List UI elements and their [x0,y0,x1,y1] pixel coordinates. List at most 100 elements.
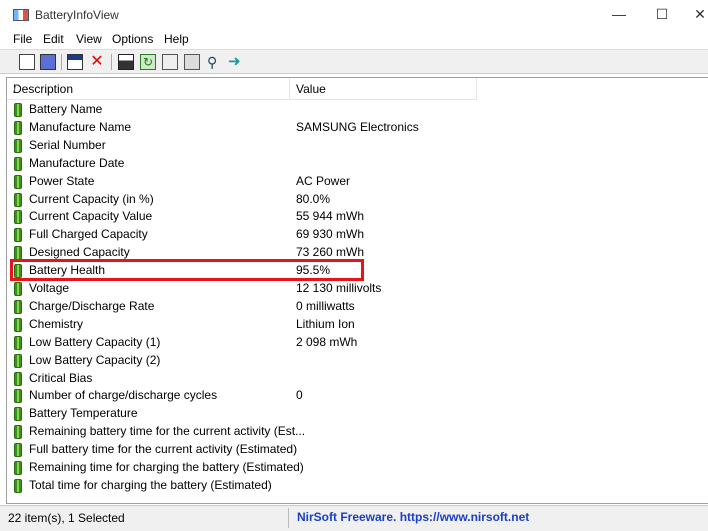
advanced-options-icon[interactable] [184,54,200,70]
table-row[interactable]: Current Capacity (in %) 80.0% [7,191,477,209]
cell-value: 0 milliwatts [296,298,355,313]
cell-description: Remaining time for charging the battery … [29,460,304,474]
maximize-button[interactable]: ☐ [652,6,672,23]
table-row[interactable]: Total time for charging the battery (Est… [7,477,477,495]
sort-indicator: / [13,82,17,96]
battery-icon [14,478,22,493]
battery-icon [14,317,22,332]
window-title: BatteryInfoView [35,8,119,22]
nirsoft-link[interactable]: NirSoft Freeware. https://www.nirsoft.ne… [297,510,529,524]
cell-description: Critical Bias [29,370,93,385]
menu-options[interactable]: Options [112,32,153,46]
table-row[interactable]: Battery Name [7,101,477,119]
table-row[interactable]: Current Capacity Value 55 944 mWh [7,208,477,226]
status-item-count: 22 item(s), 1 Selected [8,511,125,525]
cell-description: Power State [29,173,95,188]
menu-help[interactable]: Help [164,32,189,46]
refresh-icon[interactable]: ↻ [140,54,156,70]
cell-description: Low Battery Capacity (2) [29,352,161,367]
cell-description: Number of charge/discharge cycles [29,388,218,403]
status-bar: 22 item(s), 1 Selected NirSoft Freeware.… [0,505,708,531]
column-header-description[interactable]: Description / [7,78,290,99]
table-row[interactable]: Full Charged Capacity 69 930 mWh [7,226,477,244]
column-label-description: Description [13,82,74,96]
cell-description: Charge/Discharge Rate [29,298,155,313]
battery-icon [14,461,22,475]
cell-description: Manufacture Name [29,119,132,134]
battery-info-list[interactable]: Description / Value Battery Name Manufact… [6,77,708,504]
table-row[interactable]: Low Battery Capacity (1) 2 098 mWh [7,334,477,352]
cell-value: 69 930 mWh [296,227,365,242]
battery-icon [14,425,22,440]
app-icon [13,9,29,21]
exit-icon[interactable]: ➜ [228,54,244,70]
column-label-value: Value [296,82,326,96]
table-row[interactable]: Power State AC Power [7,173,477,191]
table-row[interactable]: Voltage 12 130 millivolts [7,280,477,298]
close-button[interactable]: ✕ [690,6,708,23]
table-row[interactable]: Low Battery Capacity (2) [7,352,477,370]
cell-value: Lithium Ion [296,316,355,331]
table-row[interactable]: Critical Bias [7,370,477,388]
battery-icon [14,389,22,404]
minimize-button[interactable]: — [609,6,629,22]
cell-description: Full battery time for the current activi… [29,442,298,457]
cell-description: Remaining battery time for the current a… [29,424,306,439]
battery-icon [14,192,22,207]
cell-description: Manufacture Date [29,155,125,170]
battery-health-highlight-box [10,259,364,281]
table-row[interactable]: Manufacture Name SAMSUNG Electronics [7,119,477,137]
battery-icon [14,371,22,386]
table-row[interactable]: Manufacture Date [7,155,477,173]
copy-report-icon[interactable] [40,54,56,70]
cell-value: 73 260 mWh [296,245,365,260]
table-row[interactable]: Battery Temperature [7,405,477,423]
menu-file[interactable]: File [13,32,32,46]
battery-icon [14,282,22,296]
toolbar-separator [61,54,62,70]
table-row[interactable]: Serial Number [7,137,477,155]
cell-value: SAMSUNG Electronics [296,119,419,134]
properties-icon[interactable] [19,54,35,70]
html-report-icon[interactable] [67,54,83,70]
copy-icon[interactable] [162,54,178,70]
toolbar-separator [111,54,112,70]
cell-description: Battery Temperature [29,406,138,421]
table-row[interactable]: Chemistry Lithium Ion [7,316,477,334]
menu-bar: File Edit View Options Help [0,29,708,49]
battery-icon [14,103,22,117]
battery-icon [14,335,22,350]
battery-icon [14,299,22,314]
title-bar: BatteryInfoView — ☐ ✕ [0,0,708,30]
table-row[interactable]: Number of charge/discharge cycles 0 [7,387,477,405]
battery-icon [14,138,22,153]
cell-value: 80.0% [296,191,331,206]
menu-edit[interactable]: Edit [43,32,64,46]
cell-description: Current Capacity Value [29,209,153,224]
save-icon[interactable] [118,54,134,70]
cell-description: Total time for charging the battery (Est… [29,477,272,492]
header-divider [7,99,477,100]
table-row[interactable]: Full battery time for the current activi… [7,441,477,459]
table-row[interactable]: Remaining battery time for the current a… [7,423,477,441]
battery-icon [14,228,22,243]
battery-icon [14,174,22,189]
cell-value: 55 944 mWh [296,209,365,224]
cell-description: Battery Name [29,102,103,116]
cell-description: Chemistry [29,316,84,331]
status-divider [288,508,289,528]
table-row[interactable]: Charge/Discharge Rate 0 milliwatts [7,298,477,316]
toolbar: ✕ ↻ ⚲ ➜ [0,49,708,74]
menu-view[interactable]: View [76,32,102,46]
find-icon[interactable]: ⚲ [207,54,223,70]
cell-description: Serial Number [29,137,106,152]
cell-description: Designed Capacity [29,245,130,260]
cell-description: Low Battery Capacity (1) [29,334,161,349]
cell-value: 12 130 millivolts [296,281,382,295]
battery-icon [14,156,22,171]
column-header-value[interactable]: Value [290,78,477,99]
delete-icon[interactable]: ✕ [89,54,105,70]
battery-icon [14,443,22,458]
table-row[interactable]: Remaining time for charging the battery … [7,459,477,477]
battery-icon [14,120,22,135]
